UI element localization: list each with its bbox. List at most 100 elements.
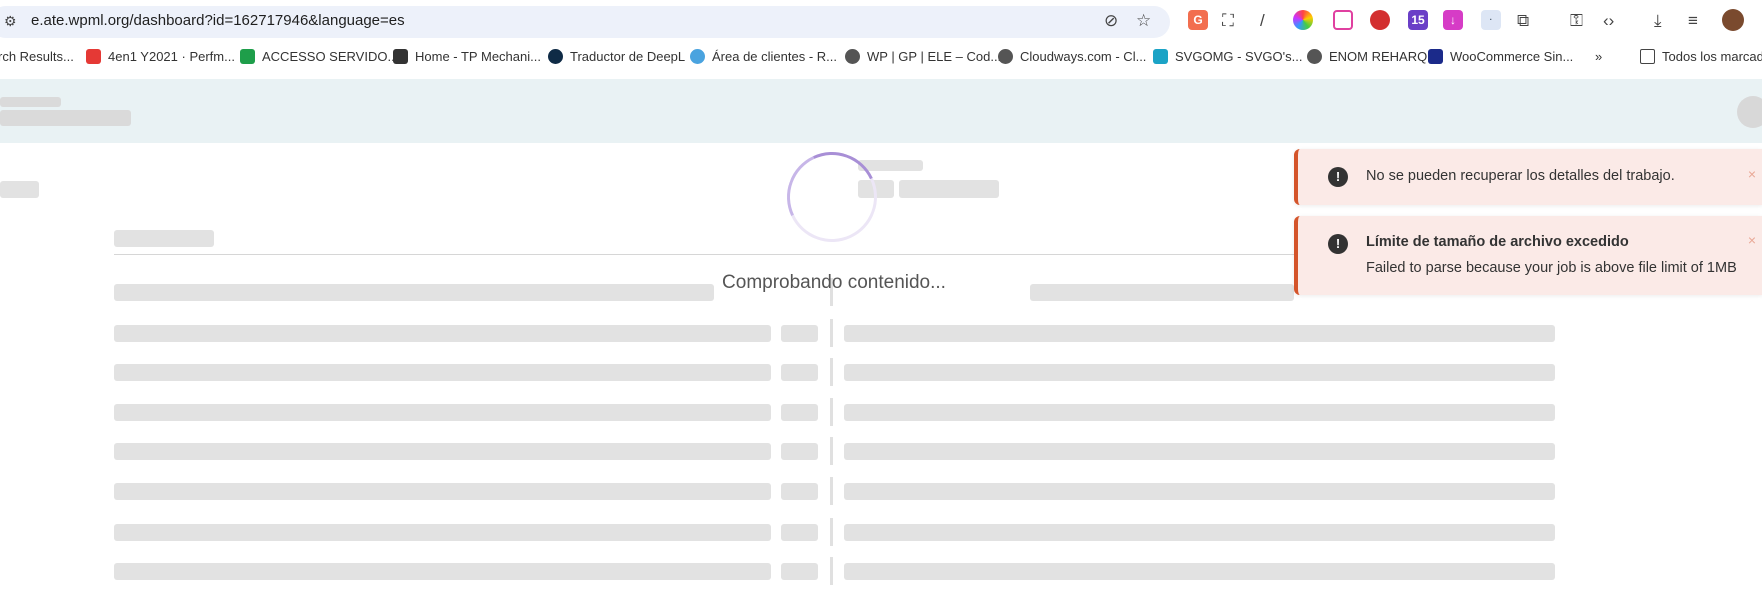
download-icon[interactable]: ⤓ (1654, 11, 1662, 31)
avatar-placeholder (1737, 96, 1762, 128)
extension-icon[interactable]: · (1481, 10, 1501, 30)
skeleton-target (844, 524, 1555, 541)
skeleton-badge (781, 483, 818, 500)
close-icon[interactable]: × (1748, 166, 1756, 182)
tp-icon (393, 49, 408, 64)
skeleton-target (844, 483, 1555, 500)
star-icon[interactable]: ☆ (1136, 11, 1151, 31)
skeleton-source (114, 364, 771, 381)
column-divider (830, 518, 833, 546)
seo-extension-icon[interactable] (1370, 10, 1390, 30)
badge-extension-icon[interactable]: 15 (1408, 10, 1428, 30)
bookmark-item[interactable]: WooCommerce Sin... (1428, 49, 1573, 64)
reading-list-icon[interactable]: ≡ (1688, 11, 1698, 31)
column-divider (830, 319, 833, 347)
column-divider (830, 358, 833, 386)
bookmark-item[interactable]: 4en1 Y2021 · Perfm... (86, 49, 235, 64)
skeleton-placeholder (0, 110, 131, 126)
bookmark-label: rch Results... (0, 49, 74, 64)
bookmark-item[interactable]: Área de clientes - R... (690, 49, 837, 64)
skeleton-target (844, 404, 1555, 421)
bookmark-item[interactable]: Cloudways.com - Cl... (998, 49, 1146, 64)
bookmark-extension-icon[interactable] (1333, 10, 1353, 30)
loading-status-text: Comprobando contenido... (722, 272, 946, 293)
skeleton-title (114, 230, 214, 247)
bookmark-label: WooCommerce Sin... (1450, 49, 1574, 64)
bookmark-item[interactable]: Traductor de DeepL (548, 49, 685, 64)
skeleton-source (114, 284, 714, 301)
skeleton-source (114, 563, 771, 580)
url-text[interactable]: e.ate.wpml.org/dashboard?id=162717946&la… (31, 12, 405, 29)
skeleton-placeholder (899, 180, 999, 198)
download-extension-icon[interactable]: ↓ (1443, 10, 1463, 30)
skeleton-target (844, 325, 1555, 342)
bookmark-item[interactable]: ENOM REHARQ (1307, 49, 1427, 64)
skeleton-placeholder (0, 97, 61, 107)
globe-icon (1307, 49, 1322, 64)
page-header (0, 79, 1762, 143)
column-divider (830, 557, 833, 585)
bookmark-label: SVGOMG - SVGO's... (1175, 49, 1303, 64)
bookmarks-bar: rch Results... 4en1 Y2021 · Perfm... ACC… (0, 44, 1762, 70)
color-extension-icon[interactable] (1293, 10, 1313, 30)
grammarly-extension-icon[interactable]: G (1188, 10, 1208, 30)
deepl-icon (548, 49, 563, 64)
folder-icon (1640, 49, 1655, 64)
skeleton-target (844, 364, 1555, 381)
skeleton-placeholder (0, 181, 39, 198)
skeleton-source (114, 404, 771, 421)
column-divider (830, 437, 833, 465)
skeleton-source (114, 325, 771, 342)
svgomg-icon (1153, 49, 1168, 64)
superman-icon (86, 49, 101, 64)
screenshot-extension-icon[interactable]: ⛶ (1222, 11, 1234, 31)
sheets-icon (240, 49, 255, 64)
bookmark-label: WP | GP | ELE – Cod... (867, 49, 1002, 64)
bookmark-item[interactable]: SVGOMG - SVGO's... (1153, 49, 1302, 64)
profile-avatar[interactable] (1722, 9, 1744, 31)
skeleton-badge (781, 524, 818, 541)
skeleton-target (1030, 284, 1294, 301)
bookmark-label: Área de clientes - R... (712, 49, 837, 64)
skeleton-target (844, 443, 1555, 460)
skeleton-badge (781, 404, 818, 421)
bookmark-label: Todos los marcado (1662, 49, 1762, 64)
alert-icon: ! (1328, 234, 1348, 254)
woocommerce-icon (1428, 49, 1443, 64)
more-bookmarks-button[interactable]: » (1595, 49, 1602, 64)
eye-off-icon[interactable]: ⊘ (1104, 11, 1118, 31)
bookmark-label: 4en1 Y2021 · Perfm... (108, 49, 235, 64)
skeleton-badge (781, 364, 818, 381)
toast-title: No se pueden recuperar los detalles del … (1366, 168, 1675, 184)
skeleton-badge (781, 563, 818, 580)
skeleton-source (114, 483, 771, 500)
toast-title: Límite de tamaño de archivo excedido (1366, 234, 1629, 250)
error-toast: ! Límite de tamaño de archivo excedido F… (1294, 216, 1762, 295)
all-bookmarks-button[interactable]: Todos los marcado (1640, 49, 1762, 64)
bookmark-label: ACCESSO SERVIDO... (262, 49, 399, 64)
bookmark-label: ENOM REHARQ (1329, 49, 1428, 64)
bookmark-item[interactable]: rch Results... (0, 49, 74, 64)
skeleton-source (114, 443, 771, 460)
cube-icon (690, 49, 705, 64)
error-toast: ! No se pueden recuperar los detalles de… (1294, 149, 1762, 205)
eyedropper-extension-icon[interactable]: / (1260, 11, 1265, 31)
bookmark-label: Home - TP Mechani... (415, 49, 541, 64)
password-key-icon[interactable]: ⚿ (1570, 11, 1583, 31)
skeleton-source (114, 524, 771, 541)
close-icon[interactable]: × (1748, 232, 1756, 248)
divider (114, 254, 1294, 255)
extensions-puzzle-icon[interactable]: ⧉ (1517, 11, 1529, 31)
bookmark-item[interactable]: WP | GP | ELE – Cod... (845, 49, 1001, 64)
skeleton-target (844, 563, 1555, 580)
skeleton-badge (781, 325, 818, 342)
bookmark-item[interactable]: Home - TP Mechani... (393, 49, 541, 64)
globe-icon (845, 49, 860, 64)
bookmark-item[interactable]: ACCESSO SERVIDO... (240, 49, 398, 64)
loading-spinner (774, 139, 890, 255)
site-settings-icon[interactable]: ⚙ (4, 13, 22, 31)
bookmark-label: Cloudways.com - Cl... (1020, 49, 1147, 64)
code-icon[interactable]: ‹› (1603, 11, 1614, 31)
skeleton-badge (781, 443, 818, 460)
alert-icon: ! (1328, 167, 1348, 187)
